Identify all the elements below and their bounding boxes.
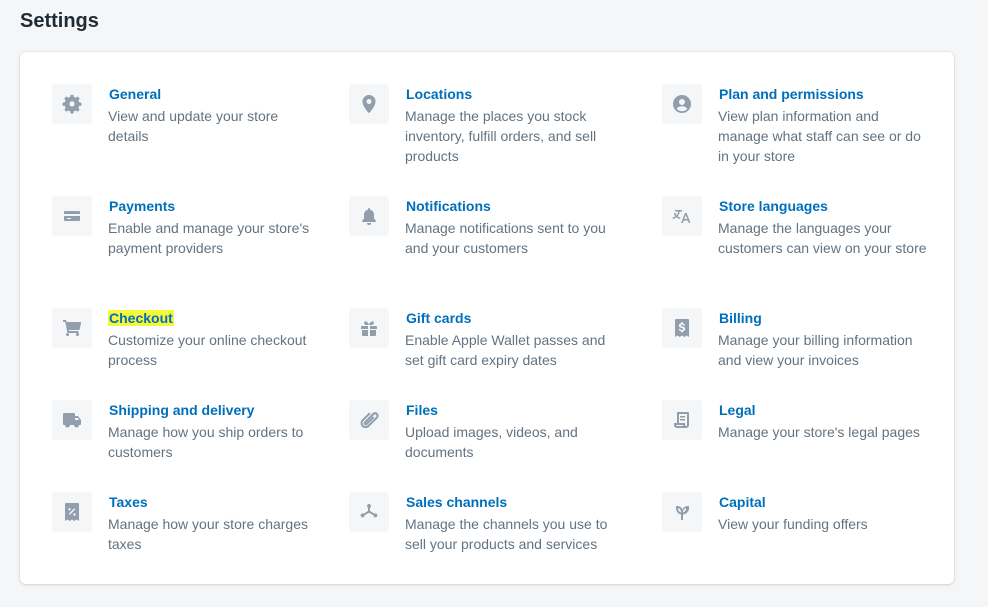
settings-item-description: View plan information and manage what st… [718, 108, 921, 164]
settings-item-text: Store languages Manage the languages your… [718, 196, 932, 258]
tax-receipt-icon [52, 492, 92, 532]
settings-item-locations[interactable]: Locations Manage the places you stock inv… [349, 84, 619, 166]
settings-item-legal[interactable]: Legal Manage your store's legal pages [662, 400, 932, 442]
settings-item-sales-channels[interactable]: Sales channels Manage the channels you us… [349, 492, 619, 554]
settings-item-title[interactable]: Billing [718, 310, 763, 326]
settings-card: General View and update your store detail… [20, 52, 954, 584]
settings-item-taxes[interactable]: Taxes Manage how your store charges taxes [52, 492, 312, 554]
settings-item-description: Manage notifications sent to you and you… [405, 220, 606, 256]
settings-item-title[interactable]: Gift cards [405, 310, 472, 326]
legal-document-icon [662, 400, 702, 440]
settings-item-title[interactable]: Locations [405, 86, 473, 102]
paperclip-icon [349, 400, 389, 440]
settings-item-description: Manage how you ship orders to customers [108, 424, 304, 460]
settings-item-shipping-and-delivery[interactable]: Shipping and delivery Manage how you ship… [52, 400, 312, 462]
settings-item-title[interactable]: Payments [108, 198, 176, 214]
settings-item-text: Capital View your funding offers [718, 492, 868, 534]
settings-item-text: Legal Manage your store's legal pages [718, 400, 920, 442]
settings-item-text: Plan and permissions View plan informatio… [718, 84, 932, 166]
translate-icon [662, 196, 702, 236]
settings-item-gift-cards[interactable]: Gift cards Enable Apple Wallet passes and… [349, 308, 619, 370]
settings-item-files[interactable]: Files Upload images, videos, and document… [349, 400, 619, 462]
settings-item-text: Payments Enable and manage your store's p… [108, 196, 312, 258]
settings-item-title[interactable]: Capital [718, 494, 767, 510]
settings-item-text: Taxes Manage how your store charges taxes [108, 492, 312, 554]
settings-item-text: Locations Manage the places you stock inv… [405, 84, 619, 166]
user-circle-icon [662, 84, 702, 124]
settings-item-title[interactable]: Store languages [718, 198, 829, 214]
settings-item-payments[interactable]: Payments Enable and manage your store's p… [52, 196, 312, 258]
settings-item-plan-and-permissions[interactable]: Plan and permissions View plan informatio… [662, 84, 932, 166]
settings-item-capital[interactable]: Capital View your funding offers [662, 492, 932, 534]
settings-item-description: Manage how your store charges taxes [108, 516, 308, 552]
bell-icon [349, 196, 389, 236]
gift-icon [349, 308, 389, 348]
settings-item-description: Manage the places you stock inventory, f… [405, 108, 597, 164]
location-pin-icon [349, 84, 389, 124]
settings-item-text: Sales channels Manage the channels you us… [405, 492, 619, 554]
settings-item-text: Notifications Manage notifications sent t… [405, 196, 619, 258]
settings-item-description: Manage your billing information and view… [718, 332, 913, 368]
settings-item-title[interactable]: Sales channels [405, 494, 508, 510]
channels-icon [349, 492, 389, 532]
gear-icon [52, 84, 92, 124]
plant-icon [662, 492, 702, 532]
settings-item-description: Upload images, videos, and documents [405, 424, 578, 460]
settings-item-description: Manage the languages your customers can … [718, 220, 927, 256]
settings-item-description: Manage your store's legal pages [718, 424, 920, 440]
settings-item-title[interactable]: Plan and permissions [718, 86, 865, 102]
settings-item-description: Customize your online checkout process [108, 332, 307, 368]
receipt-dollar-icon [662, 308, 702, 348]
settings-item-description: Enable and manage your store's payment p… [108, 220, 310, 256]
settings-grid: General View and update your store detail… [20, 52, 954, 584]
settings-item-text: Billing Manage your billing information a… [718, 308, 932, 370]
settings-item-general[interactable]: General View and update your store detail… [52, 84, 312, 146]
settings-item-title[interactable]: Shipping and delivery [108, 402, 255, 418]
settings-item-text: Checkout Customize your online checkout p… [108, 308, 312, 370]
page-title: Settings [20, 10, 99, 32]
settings-item-title[interactable]: Files [405, 402, 439, 418]
settings-item-description: Enable Apple Wallet passes and set gift … [405, 332, 606, 368]
settings-item-notifications[interactable]: Notifications Manage notifications sent t… [349, 196, 619, 258]
cart-icon [52, 308, 92, 348]
settings-item-text: Files Upload images, videos, and document… [405, 400, 619, 462]
settings-item-description: Manage the channels you use to sell your… [405, 516, 608, 552]
settings-item-checkout[interactable]: Checkout Customize your online checkout p… [52, 308, 312, 370]
settings-item-billing[interactable]: Billing Manage your billing information a… [662, 308, 932, 370]
settings-item-description: View your funding offers [718, 516, 868, 532]
settings-item-title[interactable]: Taxes [108, 494, 149, 510]
truck-icon [52, 400, 92, 440]
settings-item-title[interactable]: Legal [718, 402, 757, 418]
settings-item-store-languages[interactable]: Store languages Manage the languages your… [662, 196, 932, 258]
settings-item-text: Gift cards Enable Apple Wallet passes and… [405, 308, 619, 370]
settings-item-text: Shipping and delivery Manage how you ship… [108, 400, 312, 462]
settings-item-title[interactable]: Notifications [405, 198, 492, 214]
settings-item-text: General View and update your store detail… [108, 84, 312, 146]
settings-item-description: View and update your store details [108, 108, 279, 144]
settings-item-title[interactable]: General [108, 86, 162, 102]
credit-card-icon [52, 196, 92, 236]
settings-item-title[interactable]: Checkout [108, 310, 174, 326]
